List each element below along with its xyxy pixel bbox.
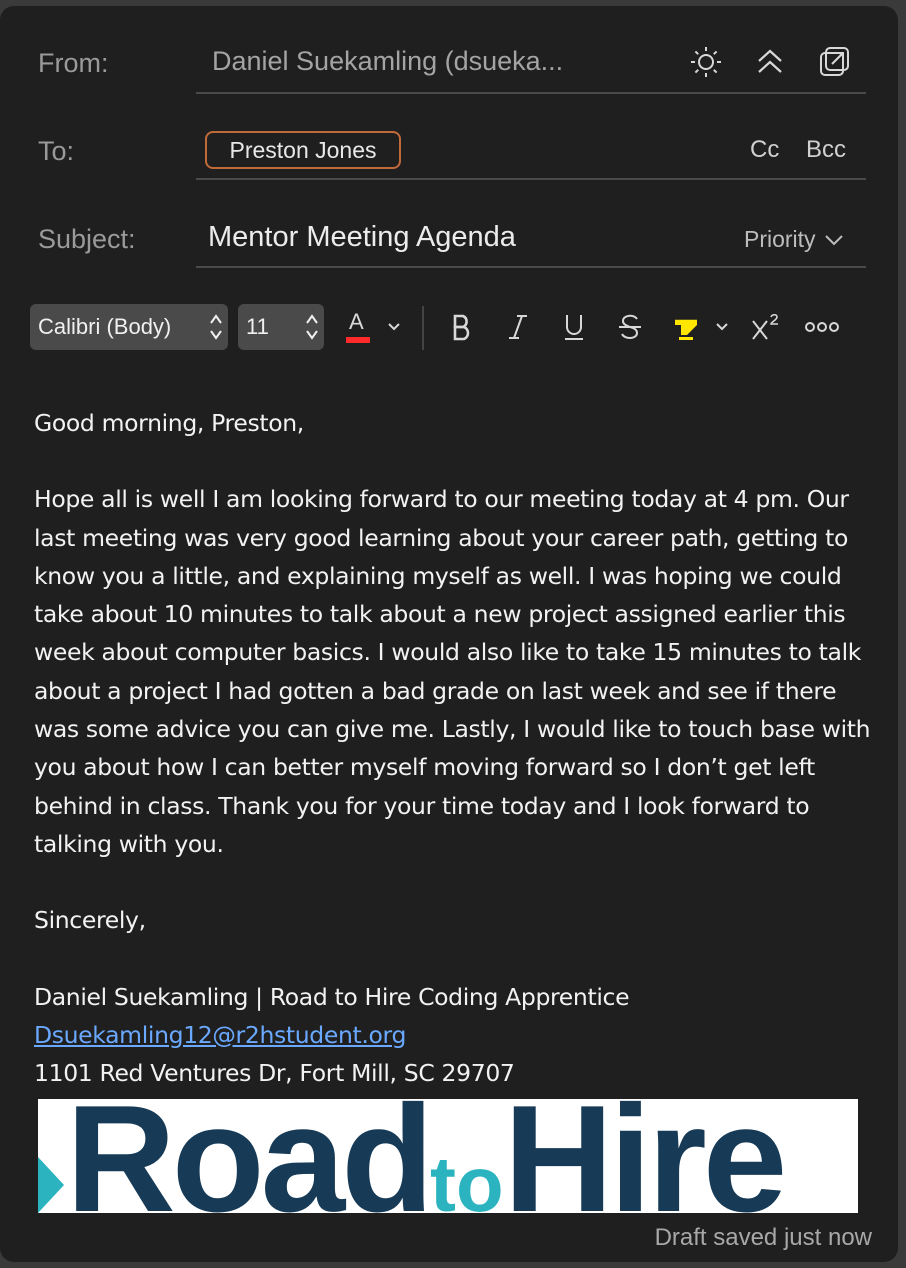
strikethrough-icon[interactable] [614, 306, 646, 348]
signature-name: Daniel Suekamling | Road to Hire Coding … [34, 982, 630, 1011]
superscript-icon[interactable] [748, 306, 784, 348]
compose-window: From: Daniel Suekamling (dsueka... To: P… [0, 6, 898, 1262]
chevron-down-icon [716, 323, 728, 331]
subject-label: Subject: [38, 224, 136, 254]
subject-input[interactable]: Mentor Meeting Agenda [208, 221, 516, 254]
font-color-dropdown[interactable] [382, 306, 406, 348]
font-color-swatch [346, 337, 370, 343]
road-to-hire-logo: RoadtoHire [38, 1099, 858, 1213]
closing: Sincerely, [34, 906, 146, 935]
priority-dropdown[interactable]: Priority [744, 226, 844, 253]
chevron-down-icon [824, 234, 843, 245]
signature-email-link[interactable]: Dsuekamling12@r2hstudent.org [34, 1021, 406, 1049]
font-family-select[interactable]: Calibri (Body) [30, 304, 228, 350]
to-label: To: [38, 136, 75, 166]
stepper-icon [306, 314, 318, 340]
underline-icon[interactable] [558, 306, 590, 348]
recipient-chip[interactable]: Preston Jones [205, 131, 401, 169]
divider [196, 266, 866, 268]
cc-button[interactable]: Cc [750, 136, 779, 164]
body-paragraph: Hope all is well I am looking forward to… [34, 485, 871, 858]
italic-icon[interactable] [502, 306, 534, 348]
logo-wordmark: RoadtoHire [66, 1099, 787, 1213]
signature-address: 1101 Red Ventures Dr, Fort Mill, SC 2970… [34, 1059, 515, 1088]
font-color-letter: A [349, 309, 364, 334]
more-icon[interactable] [802, 306, 842, 348]
message-body[interactable]: Good morning, Preston, Hope all is well … [34, 404, 874, 1092]
greeting: Good morning, Preston, [34, 409, 304, 437]
draft-status: Draft saved just now [654, 1224, 872, 1251]
highlight-dropdown[interactable] [710, 306, 734, 348]
highlighter-icon[interactable] [668, 306, 704, 348]
bold-icon[interactable] [446, 306, 478, 348]
font-color-button[interactable]: A [340, 306, 376, 348]
stepper-icon [210, 314, 222, 340]
font-family-value: Calibri (Body) [38, 314, 172, 339]
divider [196, 178, 866, 180]
logo-arrow [38, 1157, 64, 1213]
subject-row: Subject: Mentor Meeting Agenda Priority [0, 6, 898, 268]
font-color-icon: A [344, 307, 372, 347]
font-size-value: 11 [246, 314, 269, 339]
formatting-toolbar: Calibri (Body) 11 A [0, 298, 898, 358]
bcc-button[interactable]: Bcc [806, 136, 846, 164]
toolbar-separator [422, 306, 424, 350]
priority-label: Priority [744, 226, 816, 252]
font-size-select[interactable]: 11 [238, 304, 324, 350]
chevron-down-icon [388, 323, 400, 331]
